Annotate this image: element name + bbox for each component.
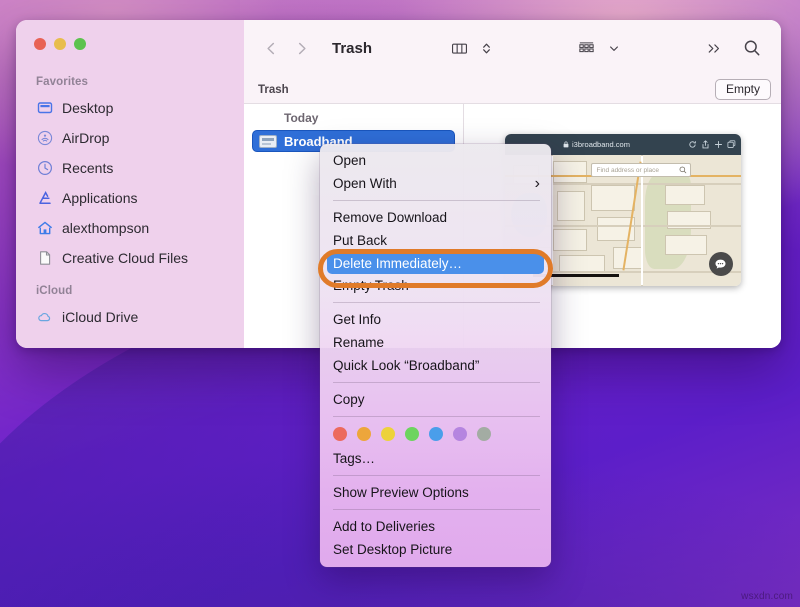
menu-item-open-with[interactable]: Open With [320,172,551,195]
tag-gray-dot[interactable] [477,427,491,441]
path-bar: Trash Empty [244,76,781,104]
tabs-icon [727,140,736,149]
map-search-input[interactable]: Find address or place [591,163,691,177]
close-button[interactable] [34,38,46,50]
context-menu[interactable]: Open Open With Remove Download Put Back … [320,144,551,567]
zoom-button[interactable] [74,38,86,50]
menu-item-copy[interactable]: Copy [320,388,551,411]
search-icon[interactable] [739,35,765,61]
grid-group-icon[interactable] [574,35,600,61]
menu-item-empty-trash[interactable]: Empty Trash [320,274,551,297]
reload-icon [688,140,697,149]
share-icon [701,140,710,149]
desktop-icon [36,100,53,117]
back-button[interactable] [258,35,284,61]
menu-item-remove-download[interactable]: Remove Download [320,206,551,229]
menu-separator [333,509,540,510]
menu-item-rename[interactable]: Rename [320,331,551,354]
view-switcher[interactable] [446,35,499,61]
minimize-button[interactable] [54,38,66,50]
sidebar-item-label: Creative Cloud Files [62,250,188,266]
search-icon [679,166,687,174]
preview-url-text: i3broadband.com [572,140,630,149]
sidebar-item-recents[interactable]: Recents [16,153,244,183]
menu-separator [333,382,540,383]
menu-item-open[interactable]: Open [320,149,551,172]
document-icon [36,250,53,267]
tag-purple-dot[interactable] [453,427,467,441]
path-label: Trash [258,84,289,96]
menu-separator [333,200,540,201]
menu-separator [333,302,540,303]
sidebar-item-alexthompson[interactable]: alexthompson [16,213,244,243]
map-search-placeholder: Find address or place [592,167,660,174]
sidebar-item-creative-cloud-files[interactable]: Creative Cloud Files [16,243,244,273]
up-down-chevron-icon[interactable] [473,35,499,61]
sidebar-item-desktop[interactable]: Desktop [16,93,244,123]
desktop-wallpaper: Favorites Desktop AirDrop Recents [0,0,800,607]
clock-icon [36,160,53,177]
sidebar-item-label: iCloud Drive [62,309,138,325]
forward-button[interactable] [288,35,314,61]
group-by-control[interactable] [574,35,627,61]
cloud-icon [36,309,53,326]
finder-sidebar: Favorites Desktop AirDrop Recents [16,20,244,348]
screenshot-file-icon [259,135,277,148]
sidebar-item-icloud-drive[interactable]: iCloud Drive [16,302,244,332]
sidebar-item-label: Recents [62,160,113,176]
sidebar-item-applications[interactable]: Applications [16,183,244,213]
applications-icon [36,190,53,207]
double-chevron-right-icon[interactable] [701,35,727,61]
home-icon [36,220,53,237]
finder-toolbar: Trash [244,20,781,76]
sidebar-item-label: Desktop [62,100,113,116]
file-group-header: Today [244,108,463,130]
tag-red-dot[interactable] [333,427,347,441]
airdrop-icon [36,130,53,147]
column-view-icon[interactable] [446,35,472,61]
plus-icon [714,140,723,149]
menu-item-get-info[interactable]: Get Info [320,308,551,331]
menu-separator [333,416,540,417]
tag-green-dot[interactable] [405,427,419,441]
sidebar-item-label: Applications [62,190,138,206]
lock-icon [563,141,569,148]
tag-yellow-dot[interactable] [381,427,395,441]
menu-item-show-preview-options[interactable]: Show Preview Options [320,481,551,504]
tag-color-row[interactable] [320,422,551,447]
sidebar-item-label: alexthompson [62,220,149,236]
sidebar-section-icloud: iCloud [16,273,244,302]
menu-item-put-back[interactable]: Put Back [320,229,551,252]
tag-orange-dot[interactable] [357,427,371,441]
chevron-down-icon[interactable] [601,35,627,61]
menu-item-delete-immediately[interactable]: Delete Immediately… [327,252,544,274]
sidebar-section-favorites: Favorites [16,72,244,93]
window-traffic-lights[interactable] [34,38,86,50]
window-title: Trash [332,40,372,57]
empty-trash-button[interactable]: Empty [715,79,771,100]
sidebar-item-label: AirDrop [62,130,109,146]
menu-item-quick-look[interactable]: Quick Look “Broadband” [320,354,551,377]
menu-separator [333,475,540,476]
menu-item-tags[interactable]: Tags… [320,447,551,470]
sidebar-item-airdrop[interactable]: AirDrop [16,123,244,153]
menu-item-set-desktop-picture[interactable]: Set Desktop Picture [320,538,551,561]
chat-bubble-icon [709,252,733,276]
menu-item-add-to-deliveries[interactable]: Add to Deliveries [320,515,551,538]
menu-item-label: Open With [333,176,397,191]
tag-blue-dot[interactable] [429,427,443,441]
watermark-text: wsxdn.com [741,591,793,602]
